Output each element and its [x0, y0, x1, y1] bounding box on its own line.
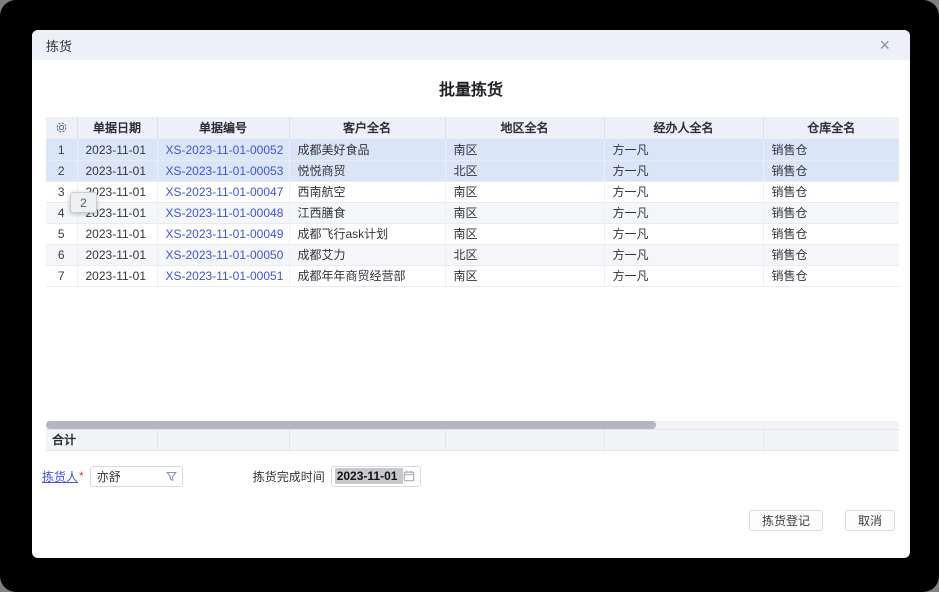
table-row[interactable]: 62023-11-01 XS-2023-11-01-00050 成都艾力北区方一凡销…	[46, 244, 899, 265]
col-header-region[interactable]: 地区全名	[445, 117, 604, 139]
cell-n: 1	[46, 139, 77, 160]
cell-region: 南区	[445, 223, 604, 244]
cell-region: 北区	[445, 160, 604, 181]
cell-region: 南区	[445, 139, 604, 160]
cell-handler: 方一凡	[604, 223, 763, 244]
cell-date: 2023-11-01	[77, 244, 157, 265]
gear-icon	[55, 121, 68, 134]
cell-handler: 方一凡	[604, 265, 763, 286]
cell-warehouse: 销售仓	[763, 265, 899, 286]
doc-number-link[interactable]: XS-2023-11-01-00048	[166, 206, 284, 220]
dialog-header: 拣货 ×	[32, 30, 910, 60]
cell-n: 6	[46, 244, 77, 265]
drag-count-badge: 2	[70, 192, 97, 213]
col-header-date[interactable]: 单据日期	[77, 117, 157, 139]
picker-select[interactable]: 亦舒	[90, 466, 183, 487]
picking-dialog: 拣货 × 批量拣货	[32, 30, 910, 558]
doc-number-link[interactable]: XS-2023-11-01-00052	[166, 143, 284, 157]
col-header-handler[interactable]: 经办人全名	[604, 117, 763, 139]
cell-n: 7	[46, 265, 77, 286]
cell-customer: 成都艾力	[289, 244, 445, 265]
cell-customer: 成都美好食品	[289, 139, 445, 160]
completion-time-input[interactable]: 2023-11-01	[331, 466, 421, 487]
completion-time-value: 2023-11-01	[335, 468, 403, 484]
cell-n: 5	[46, 223, 77, 244]
doc-number-link[interactable]: XS-2023-11-01-00047	[166, 185, 284, 199]
cell-customer: 西南航空	[289, 181, 445, 202]
dialog-footer: 拣货登记 取消	[749, 510, 895, 531]
close-icon[interactable]: ×	[875, 33, 894, 57]
cell-handler: 方一凡	[604, 160, 763, 181]
cell-doc: XS-2023-11-01-00053	[157, 160, 289, 181]
cell-date: 2023-11-01	[77, 265, 157, 286]
column-settings-button[interactable]	[46, 117, 77, 139]
cell-region: 南区	[445, 181, 604, 202]
completion-time-label: 拣货完成时间	[253, 468, 325, 485]
doc-number-link[interactable]: XS-2023-11-01-00050	[166, 248, 284, 262]
page-title: 批量拣货	[32, 76, 910, 100]
table-row[interactable]: 32023-11-01XS-2023-11-01-00047西南航空南区方一凡销…	[46, 181, 899, 202]
cell-warehouse: 销售仓	[763, 160, 899, 181]
doc-number-link[interactable]: XS-2023-11-01-00053	[166, 164, 284, 178]
picker-label-link[interactable]: 拣货人	[42, 468, 78, 485]
cell-doc: XS-2023-11-01-00052	[157, 139, 289, 160]
horizontal-scrollbar[interactable]	[46, 421, 899, 429]
picker-value: 亦舒	[97, 468, 166, 485]
cell-warehouse: 销售仓	[763, 181, 899, 202]
cell-warehouse: 销售仓	[763, 244, 899, 265]
total-label: 合计	[46, 429, 157, 450]
calendar-icon[interactable]	[403, 470, 415, 482]
cell-handler: 方一凡	[604, 139, 763, 160]
cell-warehouse: 销售仓	[763, 202, 899, 223]
picking-form: 拣货人* 亦舒 拣货完成时间 2023-11-01	[32, 465, 910, 487]
total-row: 合计	[46, 429, 899, 450]
required-mark: *	[79, 469, 84, 483]
cell-customer: 悦悦商贸	[289, 160, 445, 181]
table-row[interactable]: 12023-11-01 XS-2023-11-01-00052 成都美好食品南区方一…	[46, 139, 899, 160]
table-row[interactable]: 42023-11-01XS-2023-11-01-00048江西膳食南区方一凡销…	[46, 202, 899, 223]
cell-date: 2023-11-01	[77, 223, 157, 244]
col-header-warehouse[interactable]: 仓库全名	[763, 117, 899, 139]
doc-number-link[interactable]: XS-2023-11-01-00049	[166, 227, 284, 241]
cell-doc: XS-2023-11-01-00047	[157, 181, 289, 202]
app-window: 拣货 × 批量拣货	[0, 0, 939, 592]
cell-doc: XS-2023-11-01-00048	[157, 202, 289, 223]
table-row[interactable]: 22023-11-01 XS-2023-11-01-00053 悦悦商贸北区方一凡销…	[46, 160, 899, 181]
table-empty-area	[46, 287, 899, 421]
cell-warehouse: 销售仓	[763, 223, 899, 244]
batch-picking-table: 单据日期 单据编号 客户全名 地区全名 经办人全名 仓库全名 12023-11-…	[46, 117, 899, 449]
cell-doc: XS-2023-11-01-00049	[157, 223, 289, 244]
cell-doc: XS-2023-11-01-00050	[157, 244, 289, 265]
cell-customer: 江西膳食	[289, 202, 445, 223]
table-header-row: 单据日期 单据编号 客户全名 地区全名 经办人全名 仓库全名	[46, 117, 899, 139]
cell-doc: XS-2023-11-01-00051	[157, 265, 289, 286]
cell-handler: 方一凡	[604, 202, 763, 223]
cell-region: 南区	[445, 202, 604, 223]
cell-warehouse: 销售仓	[763, 139, 899, 160]
cell-customer: 成都飞行ask计划	[289, 223, 445, 244]
cell-region: 北区	[445, 244, 604, 265]
table-row[interactable]: 72023-11-01 XS-2023-11-01-00051 成都年年商贸经营部南…	[46, 265, 899, 286]
col-header-docno[interactable]: 单据编号	[157, 117, 289, 139]
doc-number-link[interactable]: XS-2023-11-01-00051	[166, 269, 284, 283]
scrollbar-thumb[interactable]	[46, 421, 656, 429]
cell-date: 2023-11-01	[77, 160, 157, 181]
cancel-button[interactable]: 取消	[845, 510, 895, 531]
dialog-title: 拣货	[46, 36, 72, 55]
filter-funnel-icon	[166, 471, 177, 482]
cell-handler: 方一凡	[604, 244, 763, 265]
table-body: 12023-11-01XS-2023-11-01-00052成都美好食品南区方一…	[46, 139, 899, 286]
cell-region: 南区	[445, 265, 604, 286]
table-row[interactable]: 52023-11-01 XS-2023-11-01-00049 成都飞行ask计划南…	[46, 223, 899, 244]
cell-handler: 方一凡	[604, 181, 763, 202]
cell-customer: 成都年年商贸经营部	[289, 265, 445, 286]
cell-n: 2	[46, 160, 77, 181]
col-header-customer[interactable]: 客户全名	[289, 117, 445, 139]
cell-date: 2023-11-01	[77, 139, 157, 160]
picking-register-button[interactable]: 拣货登记	[749, 510, 823, 531]
